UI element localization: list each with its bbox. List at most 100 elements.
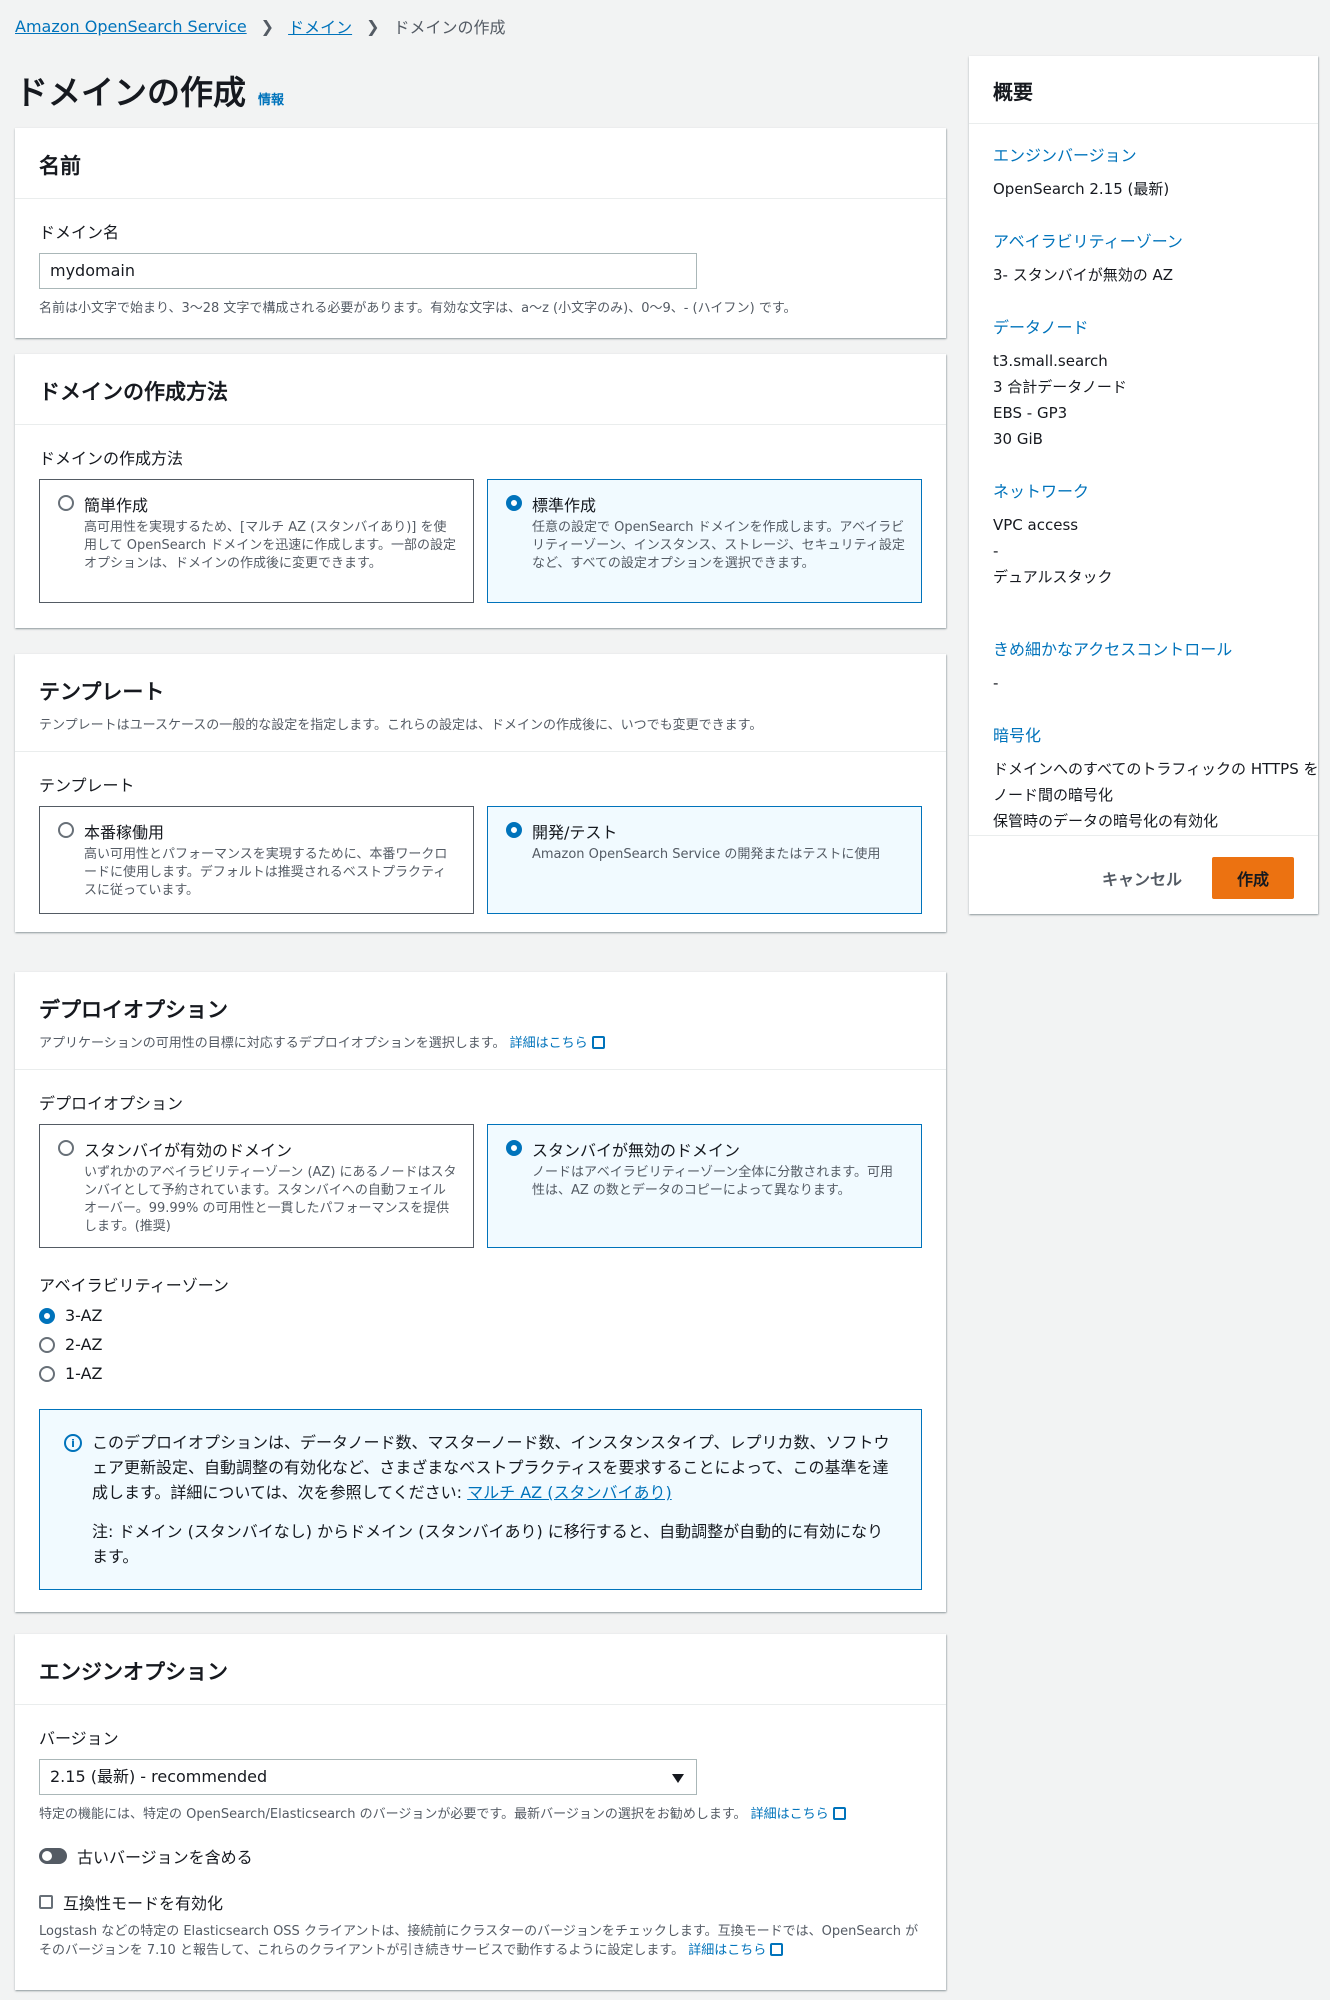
summary-value: デュアルスタック <box>993 568 1113 586</box>
deployment-learn-more-link[interactable]: 詳細はこちら <box>510 1036 605 1051</box>
az-option-2[interactable]: 2-AZ <box>39 1335 922 1354</box>
summary-value: VPC access <box>993 516 1079 534</box>
summary-title: 概要 <box>993 80 1033 104</box>
az-option-1[interactable]: 1-AZ <box>39 1364 922 1383</box>
info-link[interactable]: 情報 <box>258 89 284 108</box>
az-3-radio[interactable] <box>39 1307 55 1324</box>
summary-fgac: きめ細かなアクセスコントロール - <box>993 636 1294 696</box>
az-option-3[interactable]: 3-AZ <box>39 1306 922 1325</box>
dev-test-tile[interactable]: 開発/テスト Amazon OpenSearch Service の開発またはテ… <box>487 806 922 914</box>
deployment-label: デプロイオプション <box>39 1094 184 1113</box>
template-panel: テンプレート テンプレートはユースケースの一般的な設定を指定します。これらの設定… <box>15 654 946 932</box>
page-title: ドメインの作成 <box>15 73 246 112</box>
summary-encryption-label[interactable]: 暗号化 <box>993 722 1294 746</box>
caret-down-icon <box>672 1774 684 1783</box>
summary-data-nodes-label[interactable]: データノード <box>993 314 1294 338</box>
summary-body: エンジンバージョン OpenSearch 2.15 (最新) アベイラビリティー… <box>969 124 1318 836</box>
summary-value: ノード間の暗号化 <box>993 786 1114 804</box>
chevron-right-icon: ❯ <box>366 16 380 36</box>
multi-az-link[interactable]: マルチ AZ (スタンバイあり) <box>467 1483 672 1502</box>
easy-create-radio[interactable] <box>58 495 74 511</box>
standby-enabled-radio[interactable] <box>58 1140 74 1156</box>
summary-panel: 概要 エンジンバージョン OpenSearch 2.15 (最新) アベイラビリ… <box>969 56 1318 914</box>
version-help: 特定の機能には、特定の OpenSearch/Elasticsearch のバー… <box>39 1803 922 1822</box>
version-select-value: 2.15 (最新) - recommended <box>50 1767 268 1786</box>
domain-name-constraint: 名前は小文字で始まり、3〜28 文字で構成される必要があります。有効な文字は、a… <box>39 301 797 316</box>
compatibility-mode[interactable]: 互換性モードを有効化 <box>39 1890 922 1914</box>
creation-method-title: ドメインの作成方法 <box>39 380 228 404</box>
summary-value: 30 GiB <box>993 430 1043 448</box>
engine-options-header: エンジンオプション <box>15 1634 946 1705</box>
summary-network-label[interactable]: ネットワーク <box>993 478 1294 502</box>
cancel-button[interactable]: キャンセル <box>1102 866 1182 890</box>
summary-value: - <box>993 542 999 560</box>
summary-encryption: 暗号化 ドメインへのすべてのトラフィックの HTTPS を必須とする ノード間の… <box>993 722 1318 834</box>
include-older-versions-toggle[interactable] <box>39 1848 67 1864</box>
compatibility-help-text: Logstash などの特定の Elasticsearch OSS クライアント… <box>39 1924 919 1958</box>
version-select[interactable]: 2.15 (最新) - recommended <box>39 1759 697 1795</box>
summary-value: 3- スタンバイが無効の AZ <box>993 266 1174 284</box>
include-older-versions[interactable]: 古いバージョンを含める <box>39 1844 922 1868</box>
include-older-versions-label: 古いバージョンを含める <box>77 1848 253 1867</box>
learn-more-text: 詳細はこちら <box>509 1036 588 1051</box>
compatibility-help: Logstash などの特定の Elasticsearch OSS クライアント… <box>39 1922 922 1960</box>
az-1-radio[interactable] <box>39 1365 55 1382</box>
summary-value: EBS - GP3 <box>993 404 1068 422</box>
external-link-icon <box>832 1807 846 1820</box>
az-3-label: 3-AZ <box>65 1306 103 1325</box>
az-1-label: 1-AZ <box>65 1364 103 1383</box>
standby-enabled-title: スタンバイが有効のドメイン <box>84 1141 293 1160</box>
standard-create-tile[interactable]: 標準作成 任意の設定で OpenSearch ドメインを作成します。アベイラビリ… <box>487 479 922 603</box>
summary-value: 保管時のデータの暗号化の有効化 <box>993 812 1219 830</box>
breadcrumb: Amazon OpenSearch Service ❯ ドメイン ❯ ドメインの… <box>15 14 506 38</box>
deployment-header: デプロイオプション アプリケーションの可用性の目標に対応するデプロイオプションを… <box>15 972 946 1070</box>
name-panel-header: 名前 <box>15 128 946 199</box>
az-label: アベイラビリティーゾーン <box>39 1276 229 1295</box>
deployment-description: アプリケーションの可用性の目標に対応するデプロイオプションを選択します。 詳細は… <box>39 1032 922 1051</box>
standby-disabled-tile[interactable]: スタンバイが無効のドメイン ノードはアベイラビリティーゾーン全体に分散されます。… <box>487 1124 922 1248</box>
dev-test-radio[interactable] <box>506 822 522 838</box>
name-panel-title: 名前 <box>39 154 81 178</box>
summary-engine-version-label[interactable]: エンジンバージョン <box>993 142 1294 166</box>
summary-value: - <box>993 674 999 692</box>
breadcrumb-domains-link[interactable]: ドメイン <box>288 14 352 38</box>
standard-create-title: 標準作成 <box>532 496 597 515</box>
creation-method-header: ドメインの作成方法 <box>15 354 946 425</box>
learn-more-text: 詳細はこちら <box>688 1943 767 1958</box>
standby-enabled-tile[interactable]: スタンバイが有効のドメイン いずれかのアベイラビリティーゾーン (AZ) にある… <box>39 1124 474 1248</box>
summary-header: 概要 <box>969 56 1318 124</box>
production-tile[interactable]: 本番稼働用 高い可用性とパフォーマンスを実現するために、本番ワークロードに使用し… <box>39 806 474 914</box>
learn-more-text: 詳細はこちら <box>750 1807 829 1822</box>
dev-test-title: 開発/テスト <box>532 823 618 842</box>
compatibility-mode-checkbox[interactable] <box>39 1895 53 1909</box>
summary-availability-zones: アベイラビリティーゾーン 3- スタンバイが無効の AZ <box>993 228 1294 288</box>
template-description: テンプレートはユースケースの一般的な設定を指定します。これらの設定は、ドメインの… <box>39 718 763 733</box>
page-header: ドメインの作成 情報 <box>15 66 284 114</box>
standby-enabled-desc: いずれかのアベイラビリティーゾーン (AZ) にあるノードはスタンバイとして予約… <box>84 1165 457 1234</box>
compatibility-learn-more-link[interactable]: 詳細はこちら <box>688 1943 784 1958</box>
create-button[interactable]: 作成 <box>1211 857 1294 899</box>
standby-disabled-radio[interactable] <box>506 1140 522 1156</box>
az-2-radio[interactable] <box>39 1336 55 1353</box>
summary-fgac-label[interactable]: きめ細かなアクセスコントロール <box>993 636 1294 660</box>
production-radio[interactable] <box>58 822 74 838</box>
summary-actions: キャンセル 作成 <box>969 836 1318 920</box>
domain-name-input[interactable]: mydomain <box>39 253 697 289</box>
compatibility-mode-label: 互換性モードを有効化 <box>63 1894 224 1913</box>
engine-options-title: エンジンオプション <box>39 1660 228 1684</box>
easy-create-tile[interactable]: 簡単作成 高可用性を実現するため、[マルチ AZ (スタンバイあり)] を使用し… <box>39 479 474 603</box>
version-help-text: 特定の機能には、特定の OpenSearch/Elasticsearch のバー… <box>39 1807 747 1822</box>
version-label: バージョン <box>39 1729 119 1748</box>
external-link-icon <box>770 1943 784 1956</box>
standard-create-radio[interactable] <box>506 495 522 511</box>
summary-data-nodes: データノード t3.small.search 3 合計データノード EBS - … <box>993 314 1294 452</box>
external-link-icon <box>591 1036 605 1049</box>
domain-name-label: ドメイン名 <box>39 223 120 242</box>
multi-az-info-alert: i このデプロイオプションは、データノード数、マスターノード数、インスタンスタイ… <box>39 1409 922 1590</box>
standby-disabled-title: スタンバイが無効のドメイン <box>532 1141 741 1160</box>
version-learn-more-link[interactable]: 詳細はこちら <box>751 1807 846 1822</box>
easy-create-desc: 高可用性を実現するため、[マルチ AZ (スタンバイあり)] を使用して Ope… <box>84 520 456 571</box>
summary-availability-zones-label[interactable]: アベイラビリティーゾーン <box>993 228 1294 252</box>
breadcrumb-service-link[interactable]: Amazon OpenSearch Service <box>15 17 247 36</box>
summary-value: t3.small.search <box>993 352 1108 370</box>
